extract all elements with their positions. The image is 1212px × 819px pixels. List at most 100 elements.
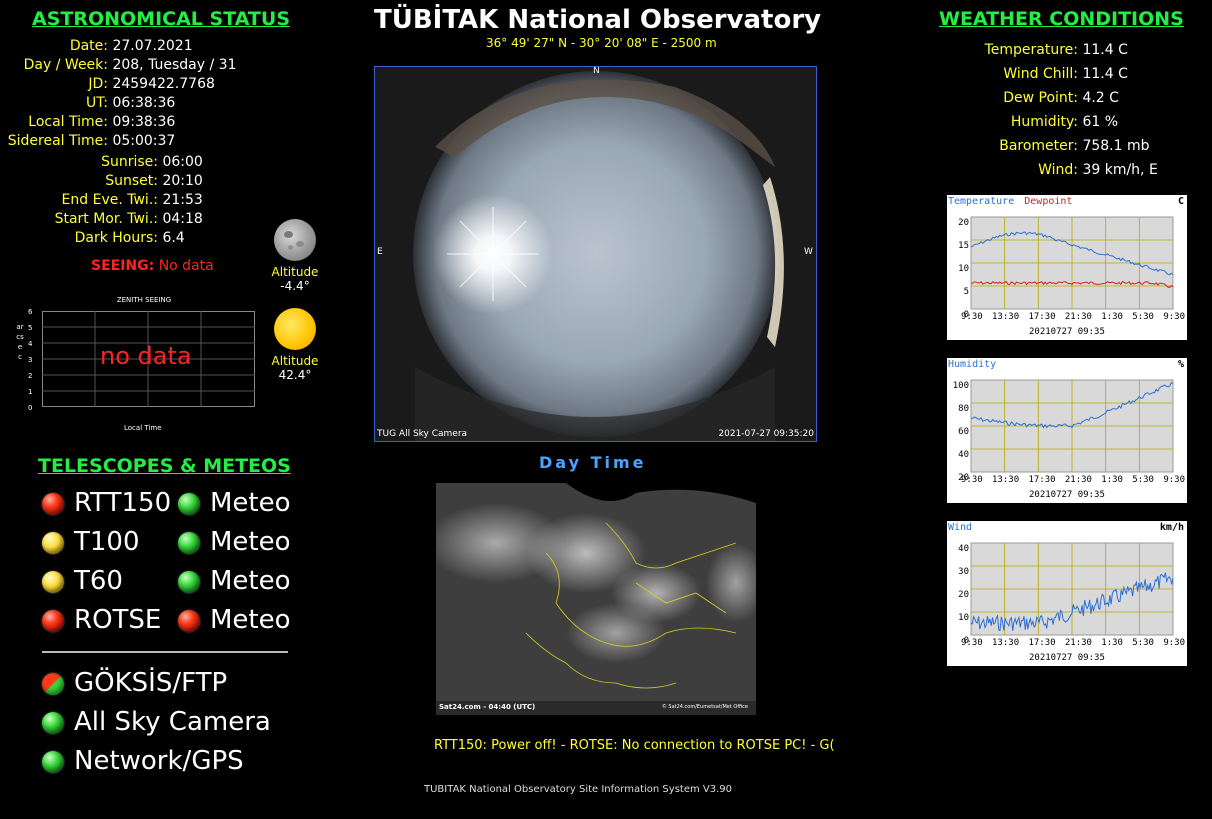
- wind-value: 39 km/h, E: [1082, 162, 1158, 178]
- temperature-plot[interactable]: Temperature Dewpoint C 20 15 10 5 0 9:30…: [947, 195, 1187, 340]
- sun-altitude-value: 42.4°: [278, 368, 312, 382]
- humidity-value: 61 %: [1082, 114, 1119, 130]
- telescope-row-rotse: ROTSE Meteo: [42, 601, 291, 640]
- xtick: 1:30: [1101, 475, 1123, 485]
- meteo-label: Meteo: [210, 605, 291, 635]
- humidity-plot[interactable]: Humidity % 100 80 60 40 20 9:30 13:30 17…: [947, 358, 1187, 503]
- end-evening-twilight-label: End Eve. Twi.:: [61, 192, 158, 208]
- date-value: 27.07.2021: [112, 38, 193, 54]
- xtick: 9:30: [961, 312, 983, 322]
- xtick: 13:30: [992, 638, 1020, 648]
- xtick: 17:30: [1028, 638, 1056, 648]
- alert-ticker-text: RTT150: Power off! - ROTSE: No connectio…: [434, 738, 835, 753]
- dark-hours-value: 6.4: [162, 230, 185, 246]
- ytick: 20: [958, 218, 969, 228]
- zenith-seeing-chart: ZENITH SEEING arcsec 6 5 4 3 2 1 0 no da…: [14, 294, 260, 434]
- satellite-image[interactable]: Sat24.com - 04:40 (UTC) © Sat24.com/Eume…: [436, 483, 756, 715]
- ytick: 100: [952, 381, 969, 391]
- sun-altitude: Altitude 42.4°: [265, 354, 325, 382]
- barometer-label: Barometer:: [999, 138, 1078, 154]
- ytick: 30: [958, 567, 969, 577]
- meteo-label: Meteo: [210, 527, 291, 557]
- compass-north: N: [593, 67, 600, 76]
- xtick: 1:30: [1101, 638, 1123, 648]
- xtick: 21:30: [1064, 475, 1092, 485]
- seeing-ytick: 2: [28, 372, 33, 380]
- seeing-ytick: 3: [28, 356, 33, 364]
- xtick: 5:30: [1132, 638, 1154, 648]
- ytick: 60: [958, 427, 969, 437]
- status-red-icon: [178, 609, 200, 632]
- dayweek-label: Day / Week:: [23, 57, 108, 73]
- sunset-label: Sunset:: [105, 173, 158, 189]
- dew-point-value: 4.2 C: [1082, 90, 1119, 106]
- dew-point-label: Dew Point:: [1003, 90, 1078, 106]
- sunrise-label: Sunrise:: [101, 154, 158, 170]
- xtick: 13:30: [992, 475, 1020, 485]
- status-red-icon: [42, 492, 64, 515]
- seeing-chart-title: ZENITH SEEING: [116, 296, 172, 304]
- sunrise-value: 06:00: [162, 154, 203, 170]
- weather-conditions-heading: WEATHER CONDITIONS: [939, 8, 1184, 30]
- ut-value: 06:38:36: [112, 95, 176, 111]
- footer-text: TUBITAK National Observatory Site Inform…: [424, 784, 732, 795]
- allsky-caption-right: 2021-07-27 09:35:20: [718, 429, 814, 439]
- service-row-allsky: All Sky Camera: [42, 703, 271, 742]
- sunset-value: 20:10: [162, 173, 203, 189]
- service-row-network: Network/GPS: [42, 742, 271, 781]
- humidity-label: Humidity:: [1010, 114, 1078, 130]
- moon-icon: [274, 219, 316, 261]
- service-name: GÖKSİS/FTP: [74, 668, 228, 698]
- all-sky-camera-image[interactable]: N E W TUG All Sky Camera 2021-07-27 09:3…: [374, 66, 817, 442]
- moon-altitude-label: Altitude: [271, 265, 319, 279]
- xtick: 5:30: [1132, 312, 1154, 322]
- weather-values-block: Temperature: 11.4 C Wind Chill: 11.4 C D…: [940, 38, 1158, 182]
- wind-label: Wind:: [1038, 162, 1078, 178]
- temperature-label: Temperature:: [984, 42, 1078, 58]
- meteo-label: Meteo: [210, 566, 291, 596]
- ytick: 5: [963, 287, 969, 297]
- wind-plot[interactable]: Wind km/h 40 30 20 10 0 9:30 13:30 17:30…: [947, 521, 1187, 666]
- ut-label: UT:: [86, 95, 108, 111]
- start-morning-twilight-label: Start Mor. Twi.:: [54, 211, 158, 227]
- xtick: 21:30: [1064, 312, 1092, 322]
- ytick: 10: [958, 264, 969, 274]
- jd-value: 2459422.7768: [112, 76, 215, 92]
- ytick: 15: [958, 241, 969, 251]
- xtick: 9:30: [1163, 638, 1185, 648]
- service-status-list: GÖKSİS/FTP All Sky Camera Network/GPS: [42, 664, 271, 781]
- barometer-value: 758.1 mb: [1082, 138, 1150, 154]
- satellite-caption-right: © Sat24.com/Eumetsat/Met Office: [661, 704, 748, 710]
- service-name: All Sky Camera: [74, 707, 271, 737]
- end-evening-twilight-value: 21:53: [162, 192, 203, 208]
- jd-label: JD:: [88, 76, 108, 92]
- seeing-chart-xlabel: Local Time: [124, 424, 162, 432]
- seeing-ytick: 0: [28, 404, 33, 412]
- compass-east: E: [377, 247, 383, 257]
- telescopes-heading: TELESCOPES & METEOS: [38, 455, 291, 477]
- xtick: 13:30: [992, 312, 1020, 322]
- ytick: 40: [958, 450, 969, 460]
- status-mixed-icon: [42, 672, 64, 695]
- xtick: 21:30: [1064, 638, 1092, 648]
- telescope-name: ROTSE: [74, 605, 162, 635]
- ytick: 40: [958, 544, 969, 554]
- status-green-icon: [178, 492, 200, 515]
- page-title: TÜBİTAK National Observatory: [374, 5, 822, 35]
- dark-hours-label: Dark Hours:: [74, 230, 158, 246]
- humidity-plot-timestamp: 20210727 09:35: [1029, 490, 1105, 500]
- allsky-caption-left: TUG All Sky Camera: [377, 429, 468, 439]
- ytick: 80: [958, 404, 969, 414]
- telescope-name: T100: [74, 527, 140, 557]
- moon-altitude: Altitude -4.4°: [265, 265, 325, 293]
- sidereal-time-label: Sidereal Time:: [7, 133, 108, 149]
- xtick: 9:30: [1163, 475, 1185, 485]
- seeing-no-data: no data: [100, 342, 192, 370]
- date-label: Date:: [69, 38, 108, 54]
- status-green-icon: [178, 570, 200, 593]
- status-green-icon: [42, 750, 64, 773]
- astronomical-status-heading: ASTRONOMICAL STATUS: [32, 8, 291, 30]
- moon-altitude-value: -4.4°: [280, 279, 310, 293]
- xtick: 9:30: [961, 475, 983, 485]
- status-green-icon: [178, 531, 200, 554]
